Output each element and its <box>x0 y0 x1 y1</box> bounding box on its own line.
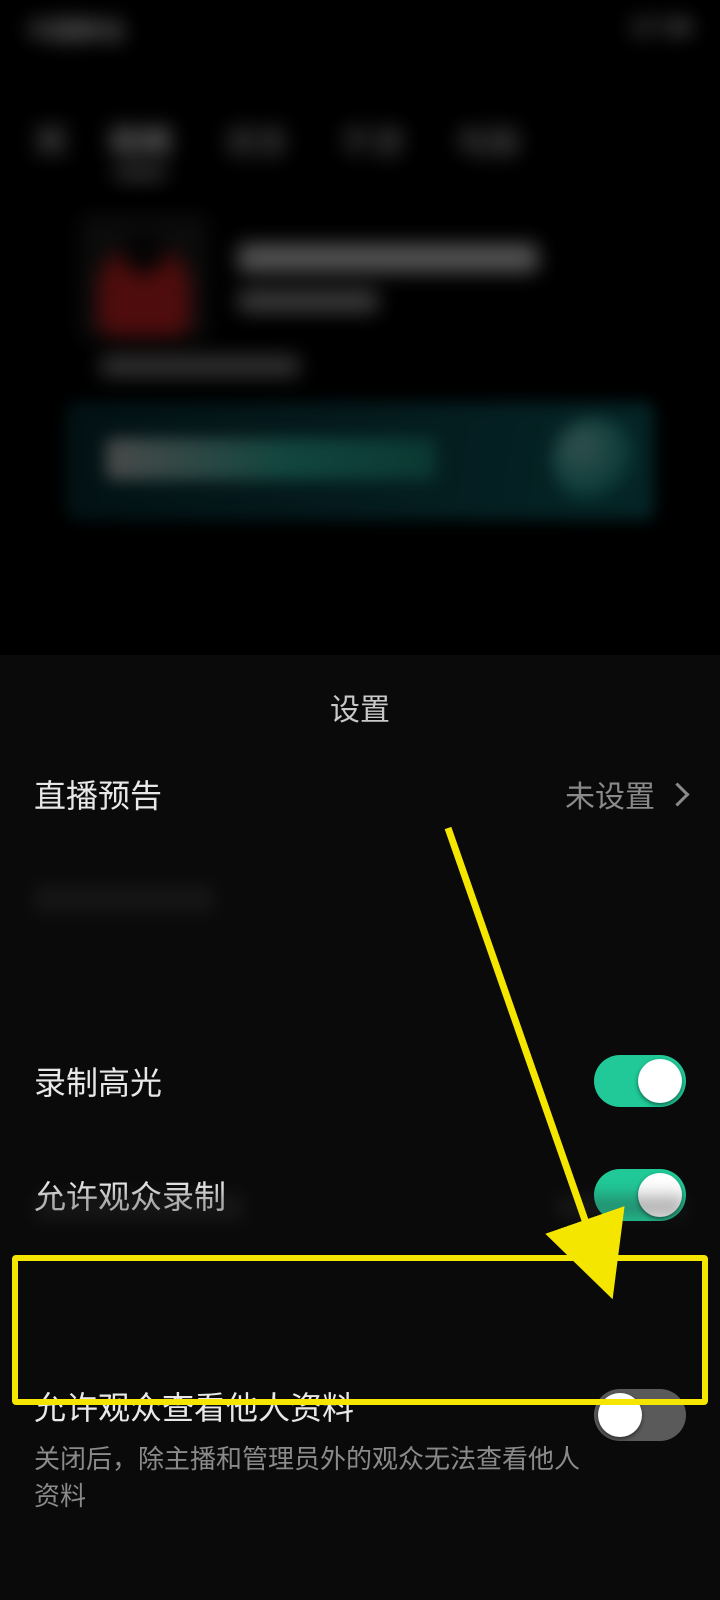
row-live-preview[interactable]: 直播预告 未设置 <box>0 765 720 843</box>
sheet-title: 设置 <box>0 655 720 765</box>
tab-bar: 视频 语音 手游 电脑 <box>108 117 520 163</box>
row-desc: 关闭后，除主播和管理员外的观众无法查看他人资料 <box>34 1439 594 1513</box>
hidden-row-placeholder <box>34 885 214 913</box>
row-speak-permission[interactable]: 直播间发言权限 <box>0 1569 720 1600</box>
tab-pc[interactable]: 电脑 <box>456 117 520 163</box>
settings-sheet: 设置 直播预告 未设置 录制高光 允许观众录制 允许观众查看他人资料 关闭后，除… <box>0 655 720 1600</box>
profile-extra-placeholder <box>100 356 300 376</box>
profile-sub-placeholder <box>238 290 378 312</box>
promo-banner[interactable] <box>66 402 654 520</box>
status-carrier: 中国移动 <box>28 11 124 46</box>
toggle-knob <box>598 1393 642 1437</box>
close-icon[interactable] <box>28 117 74 163</box>
row-value: 未设置 <box>565 772 655 816</box>
row-label: 允许观众查看他人资料 <box>34 1383 594 1429</box>
row-allow-view-profile: 允许观众查看他人资料 关闭后，除主播和管理员外的观众无法查看他人资料 <box>0 1357 720 1539</box>
promo-banner-text <box>106 438 436 480</box>
row-label: 直播预告 <box>34 771 162 817</box>
status-time: 17:36 <box>631 14 692 42</box>
row-label: 录制高光 <box>34 1058 162 1104</box>
tab-mobile[interactable]: 手游 <box>340 117 404 163</box>
toggle-allow-view-profile[interactable] <box>594 1389 686 1441</box>
chevron-right-icon <box>665 782 689 806</box>
row-label: 直播间发言权限 <box>34 1595 258 1600</box>
row-record-highlight: 录制高光 <box>0 1029 720 1133</box>
toggle-record-highlight[interactable] <box>594 1055 686 1107</box>
tab-video[interactable]: 视频 <box>108 117 172 163</box>
tab-audio[interactable]: 语音 <box>224 117 288 163</box>
profile-name-placeholder <box>238 244 538 272</box>
top-nav: 视频 语音 手游 电脑 <box>0 100 720 180</box>
status-bar: 中国移动 17:36 <box>0 0 720 56</box>
profile-card <box>80 214 538 342</box>
avatar[interactable] <box>80 214 208 342</box>
toggle-knob <box>638 1059 682 1103</box>
hidden-row-placeholder-2 <box>34 1191 686 1223</box>
